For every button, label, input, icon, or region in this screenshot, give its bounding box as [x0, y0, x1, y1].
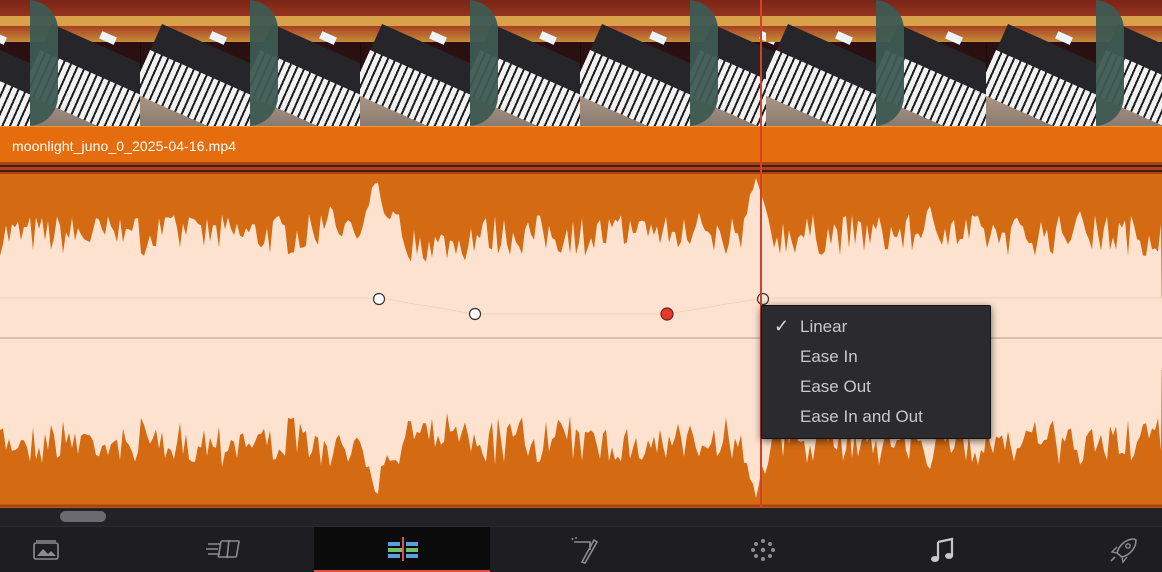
- cut-page-icon: [206, 539, 240, 559]
- tab-deliver[interactable]: [1018, 527, 1162, 572]
- page-navigation-bar: [0, 526, 1162, 572]
- video-thumbnail: [876, 0, 987, 126]
- video-thumbnail: [766, 0, 877, 126]
- scrollbar-thumb[interactable]: [60, 511, 106, 522]
- menu-item-linear[interactable]: ✓ Linear: [762, 312, 990, 342]
- video-thumbnail: [360, 0, 471, 126]
- checkmark-icon: ✓: [774, 316, 790, 336]
- color-page-icon: [751, 539, 775, 561]
- menu-item-ease-in-and-out[interactable]: Ease In and Out: [762, 402, 990, 432]
- fairlight-page-icon: [931, 537, 954, 562]
- media-page-icon: [33, 540, 59, 560]
- deliver-page-icon: [1110, 538, 1137, 564]
- video-thumbnail: [470, 0, 581, 126]
- menu-item-ease-out[interactable]: Ease Out: [762, 372, 990, 402]
- video-thumbnail: [1096, 0, 1162, 126]
- clip-separator: [0, 162, 1162, 174]
- timeline-scrollbar[interactable]: [0, 508, 1162, 526]
- video-thumbnail: [580, 0, 691, 126]
- audio-clip-header[interactable]: moonlight_juno_0_2025-04-16.mp4: [0, 126, 1162, 163]
- video-thumbnail: [250, 0, 361, 126]
- keyframe-interpolation-menu: ✓ Linear Ease In Ease Out Ease In and Ou…: [761, 305, 991, 439]
- video-thumbnail: [30, 0, 141, 126]
- menu-item-ease-in[interactable]: Ease In: [762, 342, 990, 372]
- tab-color[interactable]: [666, 527, 842, 572]
- clip-name-label: moonlight_juno_0_2025-04-16.mp4: [12, 138, 237, 154]
- tab-media[interactable]: [0, 527, 176, 572]
- edit-page-icon: [388, 537, 418, 561]
- video-thumbnail: [0, 0, 31, 126]
- fusion-page-icon: [571, 537, 599, 564]
- video-track-thumbnails[interactable]: [0, 0, 1162, 126]
- tab-edit[interactable]: [314, 527, 490, 572]
- keyframe-handle[interactable]: [372, 292, 386, 306]
- video-thumbnail: [140, 0, 251, 126]
- keyframe-handle-selected[interactable]: [660, 307, 674, 321]
- tab-fusion[interactable]: [490, 527, 666, 572]
- keyframe-handle[interactable]: [468, 307, 482, 321]
- video-thumbnail: [986, 0, 1097, 126]
- tab-fairlight[interactable]: [842, 527, 1018, 572]
